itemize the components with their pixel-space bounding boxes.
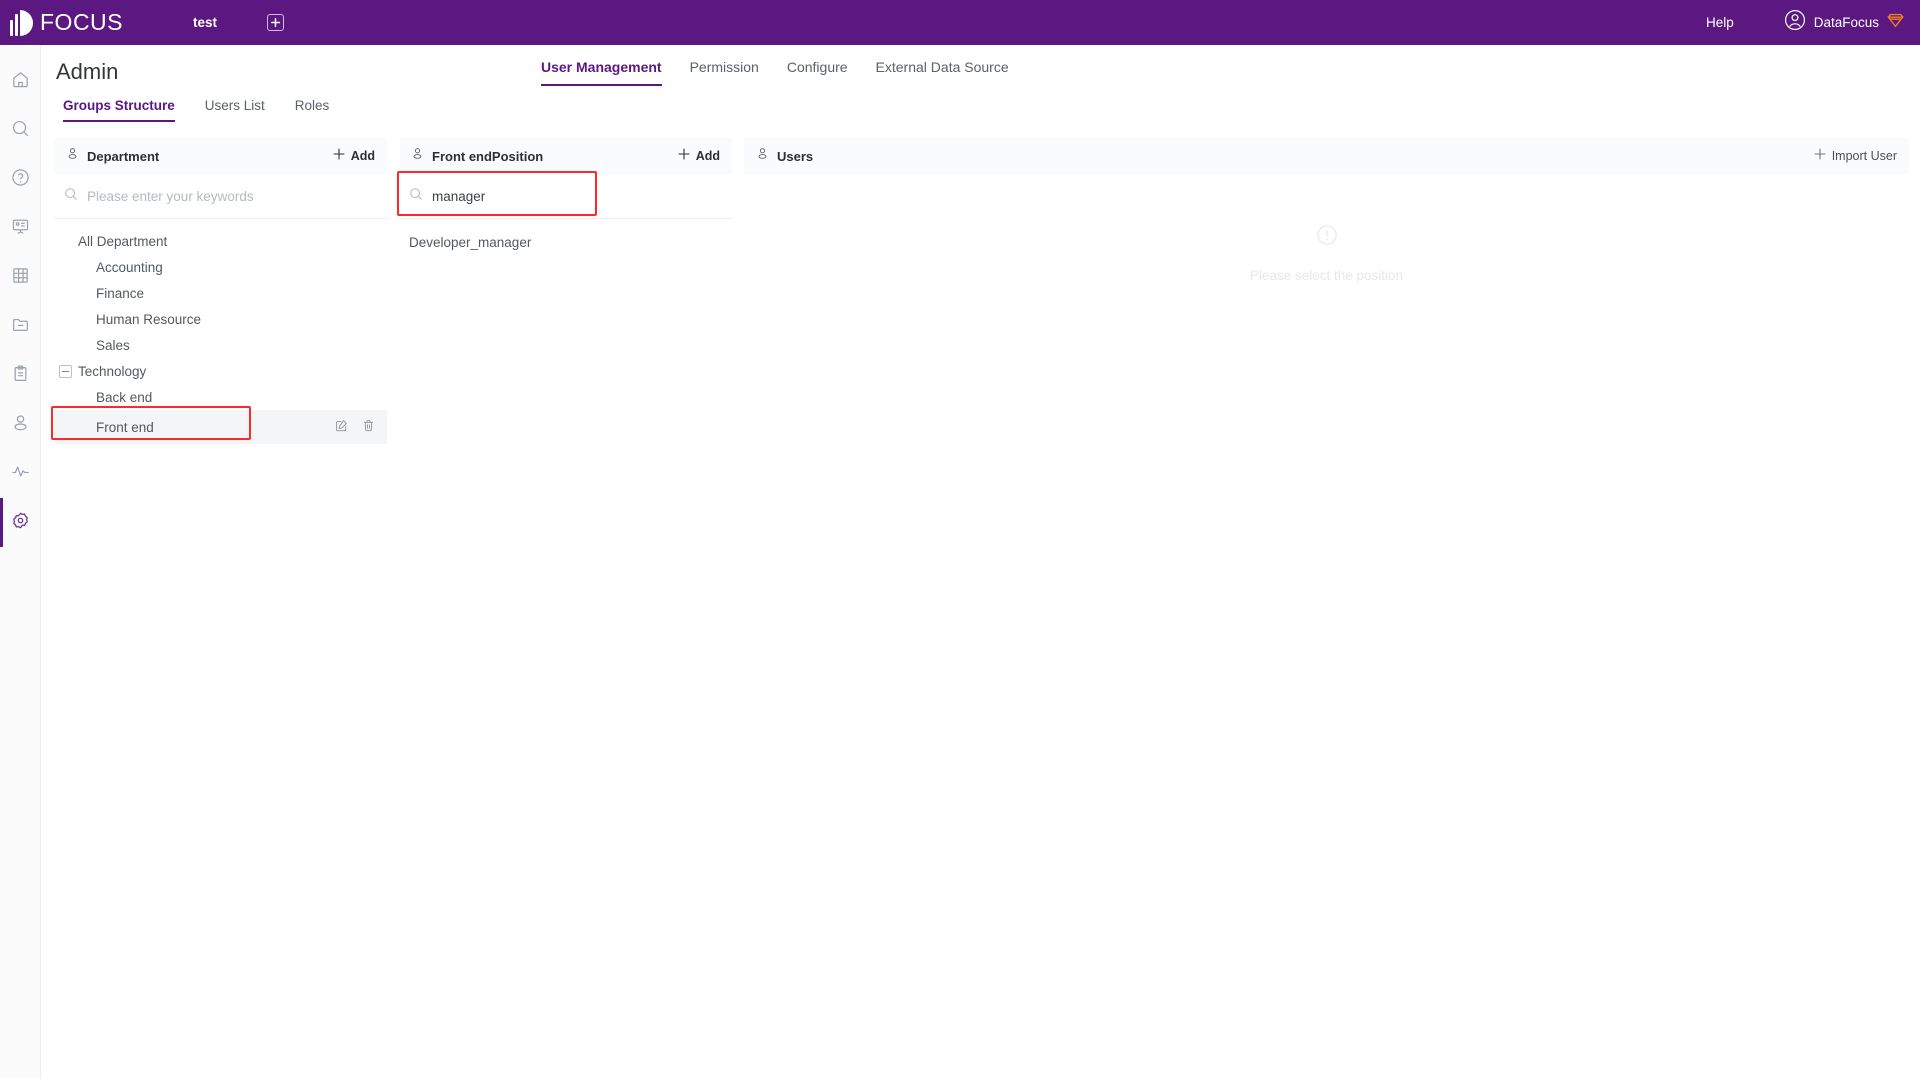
tree-row-front-end[interactable]: Front end xyxy=(51,406,387,444)
tree-row-accounting[interactable]: Accounting xyxy=(54,254,387,280)
position-list: Developer_manager xyxy=(399,219,732,255)
users-panel: Users Import User Please select the posi… xyxy=(744,138,1909,283)
tree-label: Sales xyxy=(96,337,130,353)
department-panel-header: Department Add xyxy=(54,138,387,174)
plus-icon xyxy=(678,147,690,165)
tree-row-technology[interactable]: Technology xyxy=(54,358,387,384)
workspace-tab-test[interactable]: test xyxy=(193,15,217,30)
user-outline-icon xyxy=(66,147,79,165)
users-panel-title: Users xyxy=(777,148,814,164)
position-add-button[interactable]: Add xyxy=(678,147,720,165)
user-outline-icon xyxy=(411,147,424,165)
tab-permission[interactable]: Permission xyxy=(690,59,759,86)
department-tree: All Department Accounting Finance Human … xyxy=(51,219,387,444)
subtab-groups-structure[interactable]: Groups Structure xyxy=(63,98,175,122)
gear-icon xyxy=(11,511,30,535)
users-empty-text: Please select the position xyxy=(1249,268,1404,283)
rail-item-user[interactable] xyxy=(0,400,41,449)
user-circle-icon xyxy=(1784,9,1806,36)
tab-user-management[interactable]: User Management xyxy=(541,59,662,86)
tree-row-actions xyxy=(335,419,375,435)
position-search-input[interactable] xyxy=(432,188,682,204)
page-title: Admin xyxy=(56,59,119,84)
search-icon xyxy=(11,119,30,143)
rail-item-search[interactable] xyxy=(0,106,41,155)
import-user-label: Import User xyxy=(1831,149,1897,163)
rail-item-help[interactable] xyxy=(0,155,41,204)
rail-item-folder[interactable] xyxy=(0,302,41,351)
position-panel-title: Front endPosition xyxy=(432,148,544,164)
position-search-row[interactable] xyxy=(397,171,732,219)
brand-logo[interactable]: FOCUS xyxy=(10,9,123,36)
users-panel-header: Users Import User xyxy=(744,138,1909,174)
plus-icon xyxy=(1814,147,1826,165)
user-name: DataFocus xyxy=(1813,15,1879,30)
tree-label: Back end xyxy=(96,389,153,405)
tree-row-all-department[interactable]: All Department xyxy=(54,228,387,254)
collapse-icon[interactable] xyxy=(59,364,72,378)
home-icon xyxy=(11,70,30,94)
tree-label: Finance xyxy=(96,285,145,301)
top-bar-right: Help DataFocus xyxy=(1706,9,1905,36)
subtab-users-list[interactable]: Users List xyxy=(205,98,265,122)
rail-item-table[interactable] xyxy=(0,253,41,302)
tree-label: Front end xyxy=(96,419,154,435)
department-search-row[interactable] xyxy=(54,174,387,219)
brand-name: FOCUS xyxy=(40,9,123,35)
department-search-input[interactable] xyxy=(87,188,337,204)
sub-tab-bar: Groups Structure Users List Roles xyxy=(63,98,329,122)
user-menu[interactable]: DataFocus xyxy=(1784,9,1905,36)
tree-row-human-resource[interactable]: Human Resource xyxy=(54,306,387,332)
page-content: Admin User Management Permission Configu… xyxy=(41,45,1920,1079)
plus-icon xyxy=(333,147,345,165)
tab-configure[interactable]: Configure xyxy=(787,59,848,86)
top-bar: FOCUS test Help DataFocus xyxy=(0,0,1920,45)
position-panel: Front endPosition Add manager Developer_… xyxy=(397,138,732,255)
tree-label: All Department xyxy=(78,233,168,249)
tree-label: Technology xyxy=(78,363,147,379)
tab-external-data-source[interactable]: External Data Source xyxy=(876,59,1009,86)
gem-icon xyxy=(1886,13,1905,33)
delete-icon[interactable] xyxy=(362,419,375,435)
clipboard-icon xyxy=(11,364,30,388)
user-outline-icon xyxy=(756,147,769,165)
tree-label: Human Resource xyxy=(96,311,202,327)
department-panel: Department Add Al xyxy=(51,138,387,444)
position-panel-header: Front endPosition Add xyxy=(399,138,732,174)
top-tab-bar: User Management Permission Configure Ext… xyxy=(541,59,1009,86)
search-icon xyxy=(409,187,423,206)
rail-item-settings[interactable] xyxy=(0,498,41,547)
rail-item-presentation[interactable] xyxy=(0,204,41,253)
rail-item-clipboard[interactable] xyxy=(0,351,41,400)
search-icon xyxy=(64,187,78,206)
rail-item-home[interactable] xyxy=(0,57,41,106)
department-add-button[interactable]: Add xyxy=(333,147,375,165)
tree-label: Accounting xyxy=(96,259,163,275)
rail-item-activity[interactable] xyxy=(0,449,41,498)
tree-row-back-end[interactable]: Back end xyxy=(54,384,387,410)
users-empty-state: Please select the position xyxy=(744,224,1909,283)
position-add-label: Add xyxy=(695,149,720,163)
folder-minus-icon xyxy=(11,315,30,339)
tree-row-sales[interactable]: Sales xyxy=(54,332,387,358)
user-icon xyxy=(11,413,30,437)
edit-icon[interactable] xyxy=(335,419,348,435)
position-item-developer-manager[interactable]: Developer_manager xyxy=(399,229,732,255)
activity-pulse-icon xyxy=(11,462,30,486)
department-add-label: Add xyxy=(350,149,375,163)
left-rail xyxy=(0,45,41,1079)
presentation-icon xyxy=(11,217,30,241)
plus-square-icon[interactable] xyxy=(267,14,285,31)
question-circle-icon xyxy=(11,168,30,192)
exclamation-circle-icon xyxy=(1316,224,1338,251)
tree-row-finance[interactable]: Finance xyxy=(54,280,387,306)
table-grid-icon xyxy=(11,266,30,290)
department-panel-title: Department xyxy=(87,148,160,164)
help-link[interactable]: Help xyxy=(1706,15,1734,30)
subtab-roles[interactable]: Roles xyxy=(295,98,330,122)
import-user-button[interactable]: Import User xyxy=(1814,147,1897,165)
focus-logo-icon xyxy=(10,9,33,36)
